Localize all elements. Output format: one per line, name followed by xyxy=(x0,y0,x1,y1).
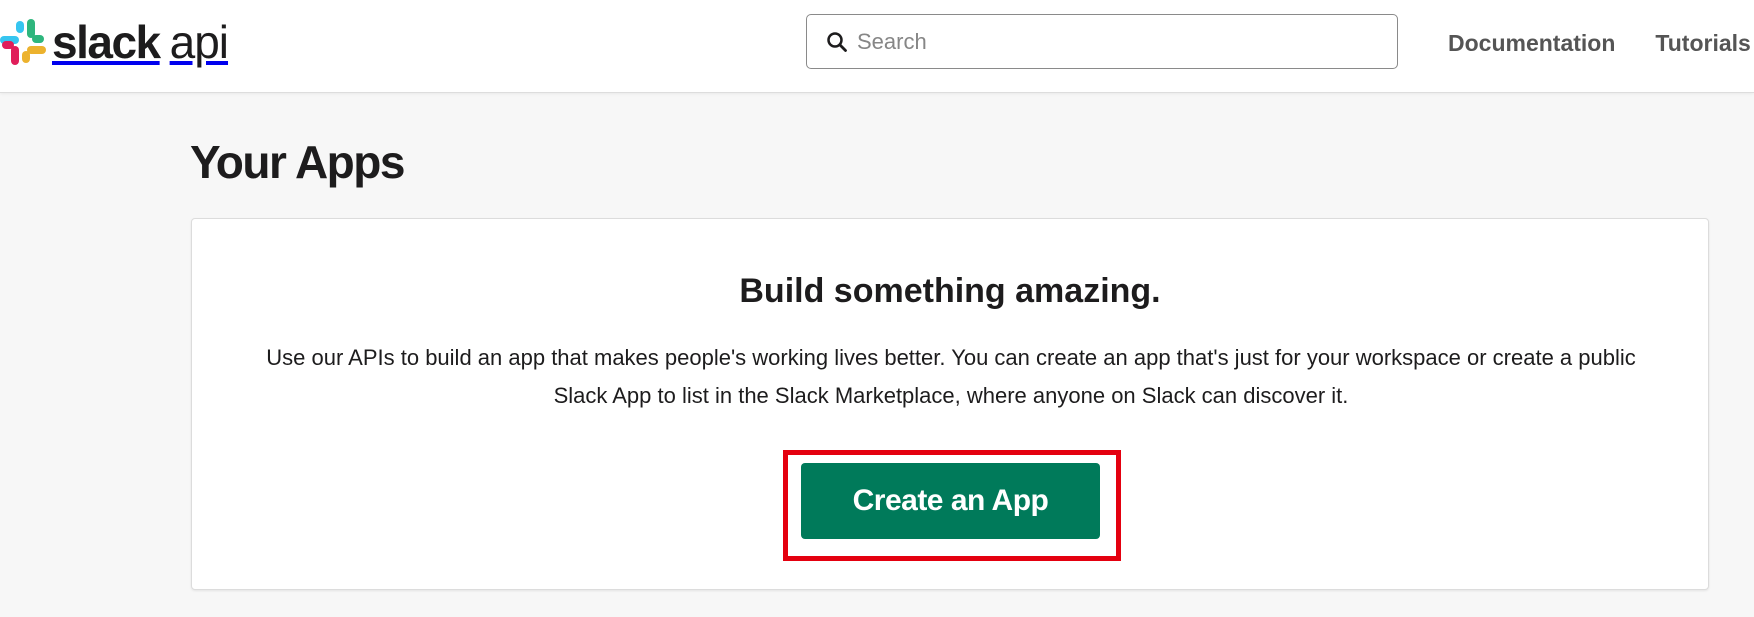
header-nav: Documentation Tutorials xyxy=(1448,25,1754,61)
page-title: Your Apps xyxy=(190,136,405,188)
card-heading: Build something amazing. xyxy=(739,272,1161,310)
card-description: Use our APIs to build an app that makes … xyxy=(266,345,1636,408)
nav-link-tutorials[interactable]: Tutorials xyxy=(1655,25,1750,61)
nav-link-documentation[interactable]: Documentation xyxy=(1448,25,1615,61)
top-navigation-bar: slack api Documentation Tutorials xyxy=(0,0,1754,93)
slack-api-logo[interactable]: slack api xyxy=(0,12,229,72)
create-an-app-button[interactable]: Create an App xyxy=(801,463,1100,539)
logo-word-slack: slack xyxy=(52,16,161,68)
build-app-card: Build something amazing. Use our APIs to… xyxy=(191,218,1709,590)
search-box[interactable] xyxy=(806,14,1398,69)
logo-word-api: api xyxy=(169,16,229,68)
logo-wordmark: slack api xyxy=(52,16,229,68)
search-icon xyxy=(825,30,849,54)
search-input[interactable] xyxy=(857,21,1377,62)
slack-logo-icon xyxy=(0,19,46,65)
